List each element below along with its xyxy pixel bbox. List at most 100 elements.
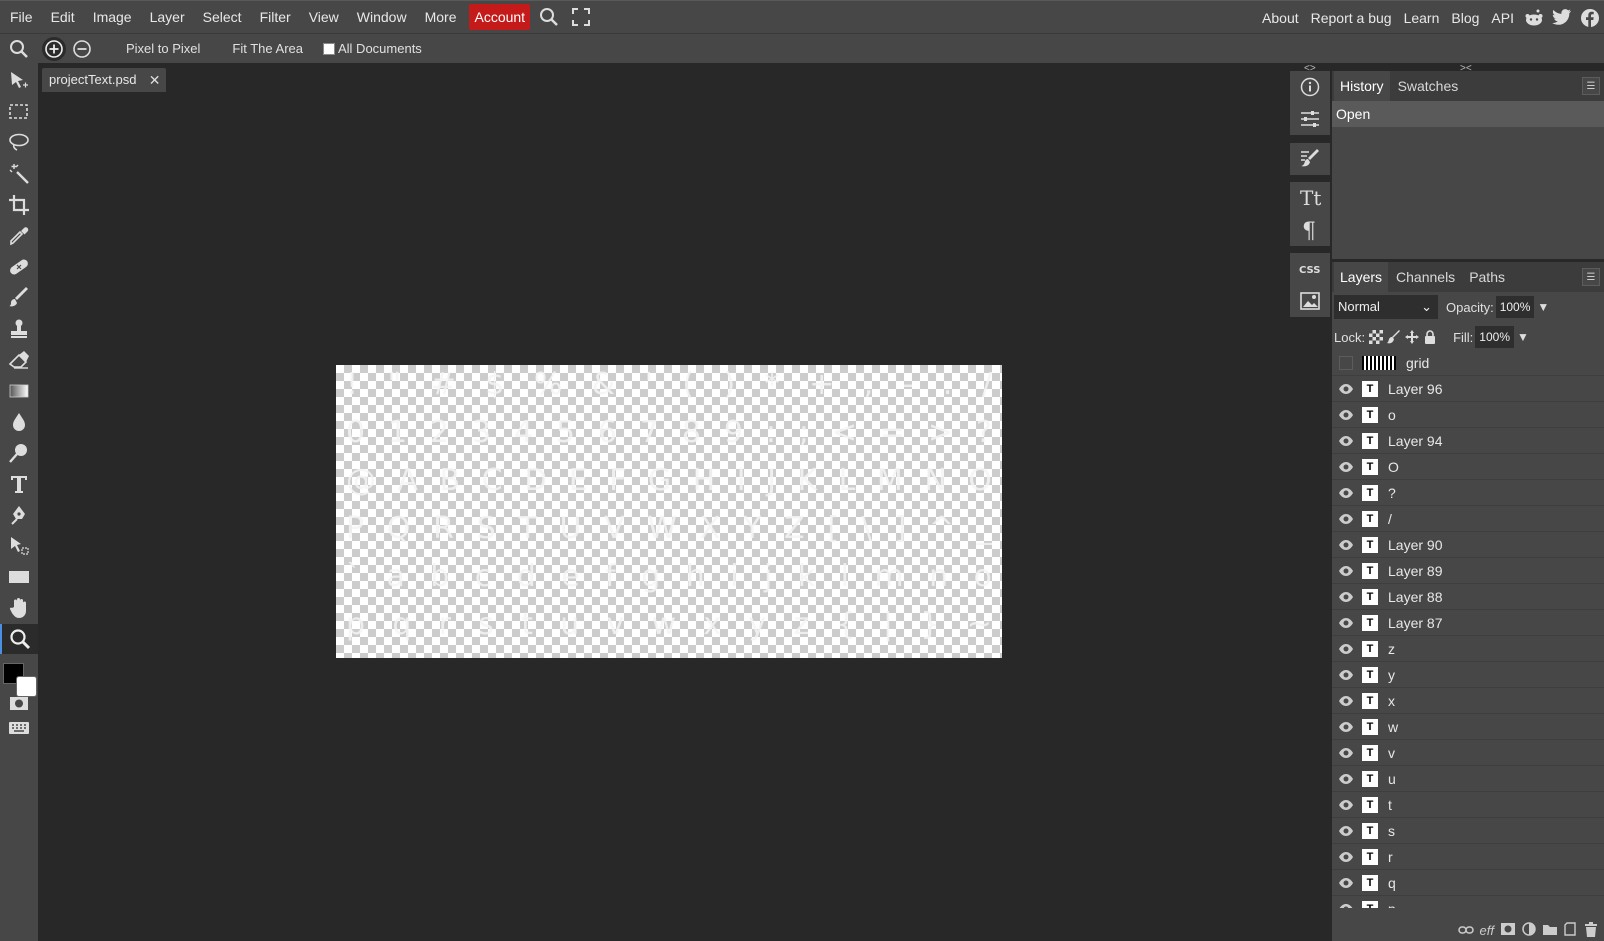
tab-history[interactable]: History <box>1334 71 1390 101</box>
eyedropper-icon[interactable] <box>0 221 38 251</box>
layer-row[interactable]: Tq <box>1332 870 1604 896</box>
blur-tool-icon[interactable] <box>0 407 38 437</box>
eye-icon[interactable] <box>1332 851 1360 863</box>
fill-dropdown-icon[interactable]: ▼ <box>1517 330 1529 344</box>
history-entry[interactable]: Open <box>1332 101 1604 127</box>
lock-all-icon[interactable] <box>1421 328 1439 346</box>
menu-filter[interactable]: Filter <box>251 4 300 30</box>
panel-menu-icon[interactable]: ☰ <box>1582 77 1600 95</box>
layer-row[interactable]: T Layer 89 <box>1332 558 1604 584</box>
eye-icon[interactable] <box>1332 773 1360 785</box>
tab-swatches[interactable]: Swatches <box>1392 71 1465 101</box>
blend-mode-select[interactable]: Normal ⌄ <box>1334 295 1438 319</box>
eye-icon[interactable] <box>1332 903 1360 908</box>
eye-icon[interactable] <box>1332 617 1360 629</box>
menu-more[interactable]: More <box>416 4 466 30</box>
layer-row[interactable]: Tp <box>1332 896 1604 908</box>
eye-icon[interactable] <box>1332 409 1360 421</box>
layer-row[interactable]: Ty <box>1332 662 1604 688</box>
account-button[interactable]: Account <box>469 4 531 30</box>
delete-layer-icon[interactable] <box>1584 921 1598 940</box>
layer-row[interactable]: Tu <box>1332 766 1604 792</box>
layer-effects-button[interactable]: eff <box>1480 923 1494 938</box>
layer-row[interactable]: Tx <box>1332 688 1604 714</box>
visibility-toggle-off[interactable] <box>1339 355 1353 370</box>
eye-icon[interactable] <box>1332 721 1360 733</box>
dodge-tool-icon[interactable] <box>0 438 38 468</box>
menu-window[interactable]: Window <box>348 4 416 30</box>
new-layer-icon[interactable] <box>1564 922 1578 939</box>
brush-settings-icon[interactable] <box>1290 143 1330 175</box>
menu-select[interactable]: Select <box>194 4 251 30</box>
gradient-tool-icon[interactable] <box>0 376 38 406</box>
layer-row[interactable]: T? <box>1332 480 1604 506</box>
menu-layer[interactable]: Layer <box>141 4 194 30</box>
layer-row[interactable]: Tw <box>1332 714 1604 740</box>
search-icon[interactable] <box>536 4 562 30</box>
panel-menu-icon[interactable]: ☰ <box>1582 268 1600 286</box>
fit-the-area-button[interactable]: Fit The Area <box>224 41 311 56</box>
layer-mask-icon[interactable] <box>1500 922 1516 939</box>
menu-api[interactable]: API <box>1485 5 1520 31</box>
reddit-icon[interactable] <box>1520 5 1548 31</box>
keyboard-icon[interactable] <box>0 713 38 743</box>
layer-row[interactable]: To <box>1332 402 1604 428</box>
checkbox-box[interactable] <box>323 42 335 55</box>
hand-tool-icon[interactable] <box>0 593 38 623</box>
eye-icon[interactable] <box>1332 643 1360 655</box>
marquee-tool-icon[interactable] <box>0 97 38 127</box>
image-icon[interactable] <box>1290 285 1330 317</box>
zoom-in-icon[interactable] <box>42 36 66 61</box>
layer-row-grid[interactable]: grid <box>1332 350 1604 376</box>
type-tool-icon[interactable] <box>0 469 38 499</box>
layer-row[interactable]: Tt <box>1332 792 1604 818</box>
pixel-to-pixel-button[interactable]: Pixel to Pixel <box>118 41 208 56</box>
layer-row[interactable]: Ts <box>1332 818 1604 844</box>
tab-paths[interactable]: Paths <box>1463 262 1511 292</box>
tab-layers[interactable]: Layers <box>1334 262 1389 292</box>
move-tool-icon[interactable] <box>0 66 38 96</box>
lasso-tool-icon[interactable] <box>0 128 38 158</box>
eye-icon[interactable] <box>1332 799 1360 811</box>
close-icon[interactable]: ✕ <box>149 68 161 92</box>
character-icon[interactable]: Tt <box>1290 182 1330 214</box>
menu-learn[interactable]: Learn <box>1398 5 1446 31</box>
menu-report-bug[interactable]: Report a bug <box>1305 5 1398 31</box>
pen-tool-icon[interactable] <box>0 500 38 530</box>
eraser-icon[interactable] <box>0 345 38 375</box>
document-tab[interactable]: projectText.psd ✕ <box>42 68 167 92</box>
zoom-tool-button[interactable] <box>0 624 38 654</box>
layer-row[interactable]: T / <box>1332 506 1604 532</box>
clone-stamp-icon[interactable] <box>0 314 38 344</box>
opacity-input[interactable]: 100% <box>1495 296 1535 318</box>
layer-row[interactable]: T Layer 96 <box>1332 376 1604 402</box>
paragraph-icon[interactable]: ¶ <box>1290 214 1330 246</box>
twitter-icon[interactable] <box>1548 5 1576 31</box>
eye-icon[interactable] <box>1332 695 1360 707</box>
layer-row[interactable]: T Layer 87 <box>1332 610 1604 636</box>
eye-icon[interactable] <box>1332 747 1360 759</box>
eye-icon[interactable] <box>1332 435 1360 447</box>
layer-row[interactable]: T Layer 90 <box>1332 532 1604 558</box>
eye-icon[interactable] <box>1332 877 1360 889</box>
layer-row[interactable]: T Layer 94 <box>1332 428 1604 454</box>
opacity-dropdown-icon[interactable]: ▼ <box>1537 300 1549 314</box>
facebook-icon[interactable] <box>1576 5 1604 31</box>
crop-tool-icon[interactable] <box>0 190 38 220</box>
eye-icon[interactable] <box>1332 669 1360 681</box>
all-documents-checkbox[interactable]: All Documents <box>323 41 422 56</box>
rectangle-tool-icon[interactable] <box>0 562 38 592</box>
info-icon[interactable] <box>1290 71 1330 103</box>
eye-icon[interactable] <box>1332 383 1360 395</box>
zoom-out-icon[interactable] <box>70 37 94 61</box>
lock-transparency-icon[interactable] <box>1367 328 1385 346</box>
menu-file[interactable]: File <box>1 4 42 30</box>
adjustments-icon[interactable] <box>1290 103 1330 135</box>
new-group-icon[interactable] <box>1542 923 1558 939</box>
menu-about[interactable]: About <box>1256 5 1305 31</box>
fullscreen-icon[interactable] <box>568 4 594 30</box>
adjustment-layer-icon[interactable] <box>1522 922 1536 939</box>
eye-icon[interactable] <box>1332 513 1360 525</box>
eye-icon[interactable] <box>1332 825 1360 837</box>
brush-tool-icon[interactable] <box>0 283 38 313</box>
